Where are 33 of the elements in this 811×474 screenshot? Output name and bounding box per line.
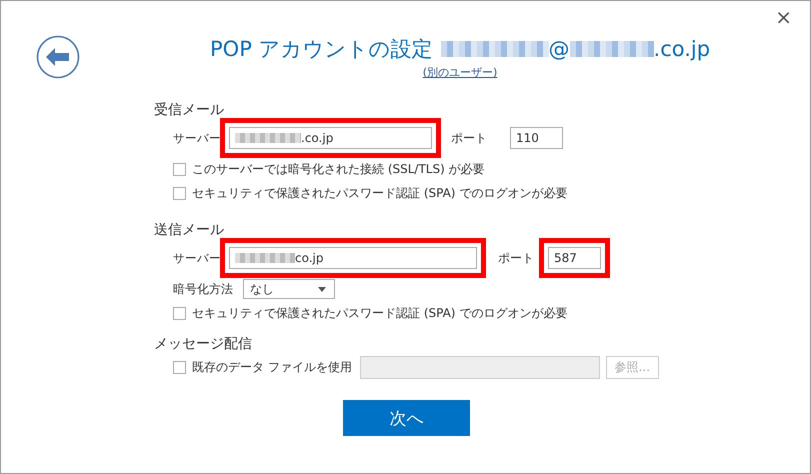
checkbox-label: セキュリティで保護されたパスワード認証 (SPA) でのログオンが必要	[192, 304, 568, 322]
encryption-label: 暗号化方法	[173, 280, 234, 298]
port-field[interactable]: 587	[548, 247, 601, 269]
checkbox[interactable]	[173, 360, 186, 374]
checkbox[interactable]	[173, 186, 186, 200]
section-heading: メッセージ配信	[154, 335, 253, 353]
data-file-field[interactable]	[360, 356, 600, 378]
section-heading: 送信メール	[154, 221, 225, 239]
encryption-dropdown[interactable]: なし	[243, 279, 335, 299]
server-field[interactable]: co.jp	[229, 247, 477, 269]
field-value: co.jp	[295, 251, 324, 265]
email-at-sign: @	[548, 37, 570, 61]
server-field[interactable]: .co.jp	[229, 127, 432, 149]
redacted-text	[235, 253, 295, 263]
checkbox-label: 既存のデータ ファイルを使用	[192, 358, 352, 376]
port-label: ポート	[451, 130, 488, 146]
close-button[interactable]: ×	[771, 5, 796, 29]
checkbox-label: セキュリティで保護されたパスワード認証 (SPA) でのログオンが必要	[192, 184, 568, 202]
redacted-text	[235, 133, 301, 143]
next-button[interactable]: 次へ	[343, 400, 470, 436]
switch-user-link[interactable]: (別のユーザー)	[422, 65, 498, 80]
checkbox[interactable]	[173, 306, 186, 320]
field-value: .co.jp	[301, 131, 334, 145]
checkbox-label: このサーバーでは暗号化された接続 (SSL/TLS) が必要	[192, 160, 485, 178]
section-heading: 受信メール	[154, 101, 225, 119]
port-label: ポート	[498, 250, 535, 266]
port-field[interactable]: 110	[510, 127, 563, 149]
dialog-title: POP アカウントの設定	[210, 36, 433, 63]
dropdown-caret-icon	[318, 286, 326, 292]
server-label: サーバー	[173, 130, 221, 146]
email-domain: .co.jp	[654, 37, 710, 61]
checkbox[interactable]	[173, 162, 186, 176]
server-label: サーバー	[173, 250, 221, 266]
